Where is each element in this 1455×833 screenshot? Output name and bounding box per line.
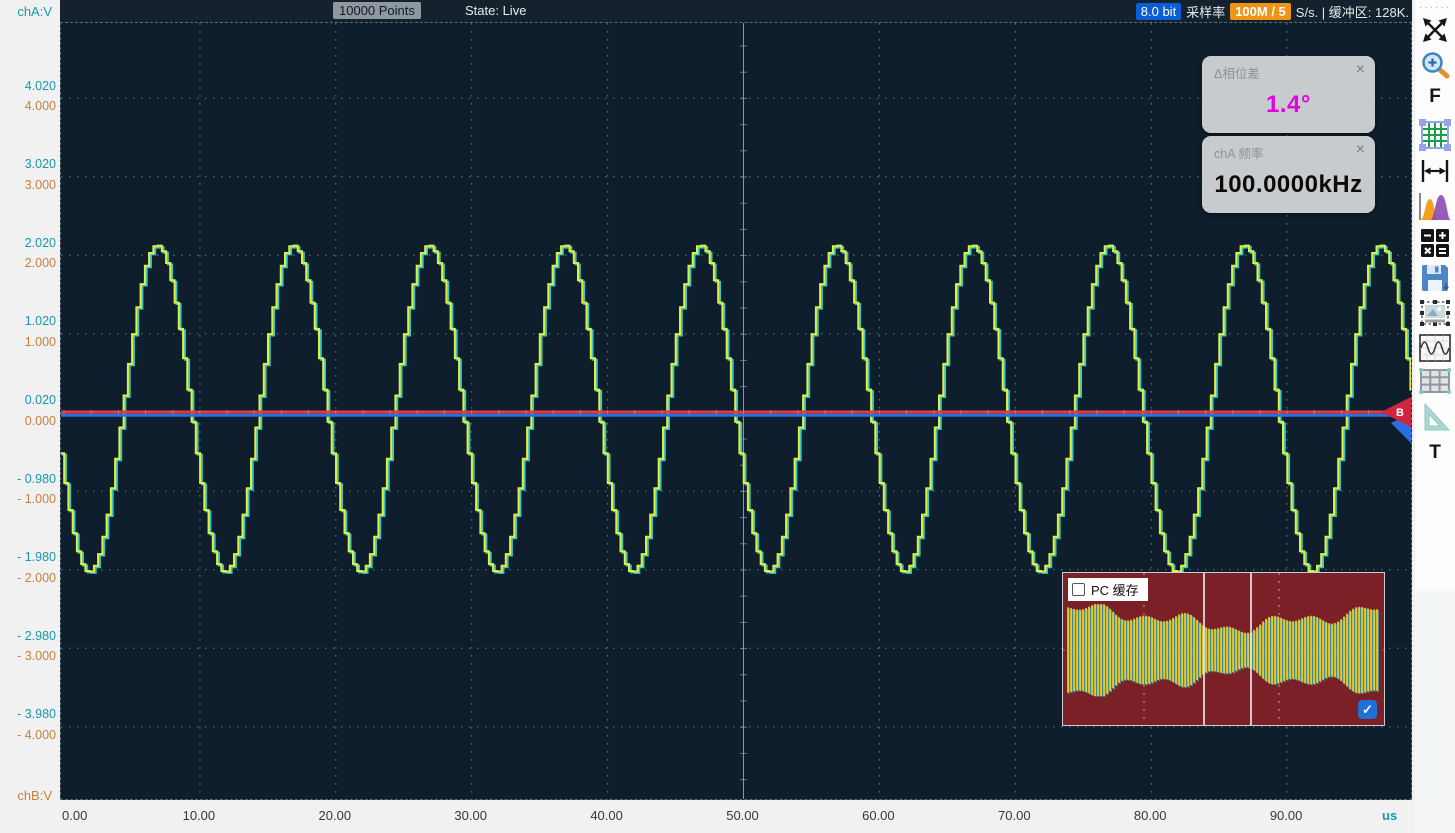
y-axis-tick-chA: - 0.980	[17, 471, 56, 486]
chA-axis-label: chA:V	[17, 4, 52, 19]
x-axis-tick: 60.00	[862, 808, 895, 823]
x-axis-tick: 70.00	[998, 808, 1031, 823]
y-axis-tick-chB: - 4.000	[17, 727, 56, 742]
sample-rate-label: 采样率	[1186, 4, 1226, 20]
measurement-value: 100.0000kHz	[1214, 171, 1363, 198]
y-axis-tick-chA: 2.020	[24, 235, 56, 250]
x-axis-tick: 80.00	[1133, 808, 1167, 823]
math-operations-button[interactable]	[1415, 228, 1455, 258]
trigger-button[interactable]: T	[1415, 442, 1455, 464]
waveform-display-button[interactable]	[1415, 334, 1455, 362]
measurement-value: 1.4°	[1266, 91, 1311, 118]
x-axis-tick: 10.00	[182, 808, 216, 823]
expand-fullscreen-button[interactable]	[1415, 14, 1455, 46]
y-axis-tick-chB: - 3.000	[17, 649, 56, 664]
top-status-bar: 10000 Points State: Live 8.0 bit 采样率 100…	[60, 0, 1412, 22]
y-axis-tick-chB: - 1.000	[17, 492, 56, 507]
x-axis-tick: 20.00	[318, 808, 352, 823]
x-axis-unit: us	[1382, 808, 1398, 823]
y-axis-tick-chB: 2.000	[24, 256, 56, 271]
bit-depth-badge[interactable]: 8.0 bit	[1135, 2, 1182, 20]
x-axis-tick: 40.00	[590, 808, 623, 823]
state-label: State: Live	[465, 3, 527, 18]
measure-ruler-button[interactable]	[1415, 400, 1455, 434]
buffer-preview-panel[interactable]: PC 缓存 ✓	[1062, 572, 1385, 726]
y-axis-tick-chA: - 3.980	[17, 707, 56, 722]
acquisition-info: 8.0 bit 采样率 100M / 5 S/s. | 缓冲区: 128K.	[1135, 2, 1409, 20]
checkbox-icon[interactable]	[1072, 583, 1085, 596]
zoom-in-button[interactable]	[1415, 50, 1455, 80]
y-axis-tick-chA: 0.020	[24, 393, 56, 407]
chB-axis-label: chB:V	[17, 788, 52, 803]
grid-icon	[1419, 119, 1451, 151]
drag-handle-icon[interactable]: ······	[1415, 2, 1455, 13]
data-table-button[interactable]	[1415, 368, 1455, 394]
y-axis-tick-chB: 0.000	[24, 413, 56, 428]
screenshot-button[interactable]	[1415, 300, 1455, 326]
y-axis-tick-chA: - 1.980	[17, 550, 56, 565]
x-axis-tick: 30.00	[454, 808, 487, 823]
width-measure-icon	[1421, 160, 1449, 182]
triangle-ruler-icon	[1424, 402, 1451, 431]
y-axis-tick-chA: - 2.980	[17, 628, 56, 643]
y-axis-tick-chB: 1.000	[24, 334, 56, 349]
y-axis-tick-chB: 3.000	[24, 177, 56, 192]
sample-rate-badge[interactable]: 100M / 5	[1230, 2, 1291, 20]
x-axis-tick: 0.00	[62, 808, 88, 823]
right-toolbar: ······ F T	[1415, 0, 1455, 833]
y-axis-tick-chB: - 2.000	[17, 570, 56, 585]
measurement-title: chA 频率	[1214, 147, 1264, 161]
y-axis-tick-chA: 4.020	[24, 78, 56, 93]
close-icon[interactable]: ×	[1356, 142, 1365, 158]
oscilloscope-app: 10000 Points State: Live 8.0 bit 采样率 100…	[0, 0, 1455, 833]
x-axis-tick: 90.00	[1269, 808, 1303, 823]
screenshot-icon	[1420, 300, 1450, 326]
math-operators-icon	[1421, 229, 1449, 257]
points-badge[interactable]: 10000 Points	[333, 2, 421, 19]
measurement-panel-frequency[interactable]: chA 频率 × 100.0000kHz	[1202, 136, 1375, 213]
measurement-title: Δ相位差	[1214, 67, 1260, 81]
histogram-icon	[1419, 193, 1451, 220]
y-axis-tick-chB: 4.000	[24, 99, 56, 114]
measurement-panel-phase[interactable]: Δ相位差 × 1.4°	[1202, 56, 1375, 133]
histogram-button[interactable]	[1415, 190, 1455, 222]
confirm-check-button[interactable]: ✓	[1358, 700, 1377, 719]
x-axis-tick: 50.00	[726, 808, 759, 823]
fft-button[interactable]: F	[1415, 86, 1455, 108]
zoom-in-icon	[1422, 52, 1450, 79]
y-axis-tick-chA: 1.020	[24, 314, 56, 329]
pc-cache-label: PC 缓存	[1091, 583, 1139, 598]
save-floppy-icon	[1422, 265, 1449, 291]
close-icon[interactable]: ×	[1356, 62, 1365, 78]
waveform-icon	[1419, 334, 1451, 362]
horizontal-measure-button[interactable]	[1415, 158, 1455, 184]
save-button[interactable]	[1415, 262, 1455, 294]
b-marker-label: B	[1396, 407, 1404, 419]
table-icon	[1419, 368, 1451, 394]
pc-cache-checkbox[interactable]: PC 缓存	[1068, 578, 1148, 601]
expand-arrows-icon	[1423, 18, 1447, 42]
grid-settings-button[interactable]	[1415, 118, 1455, 152]
buffer-info-label: S/s. | 缓冲区: 128K.	[1295, 4, 1409, 20]
y-axis-tick-chA: 3.020	[24, 157, 56, 172]
